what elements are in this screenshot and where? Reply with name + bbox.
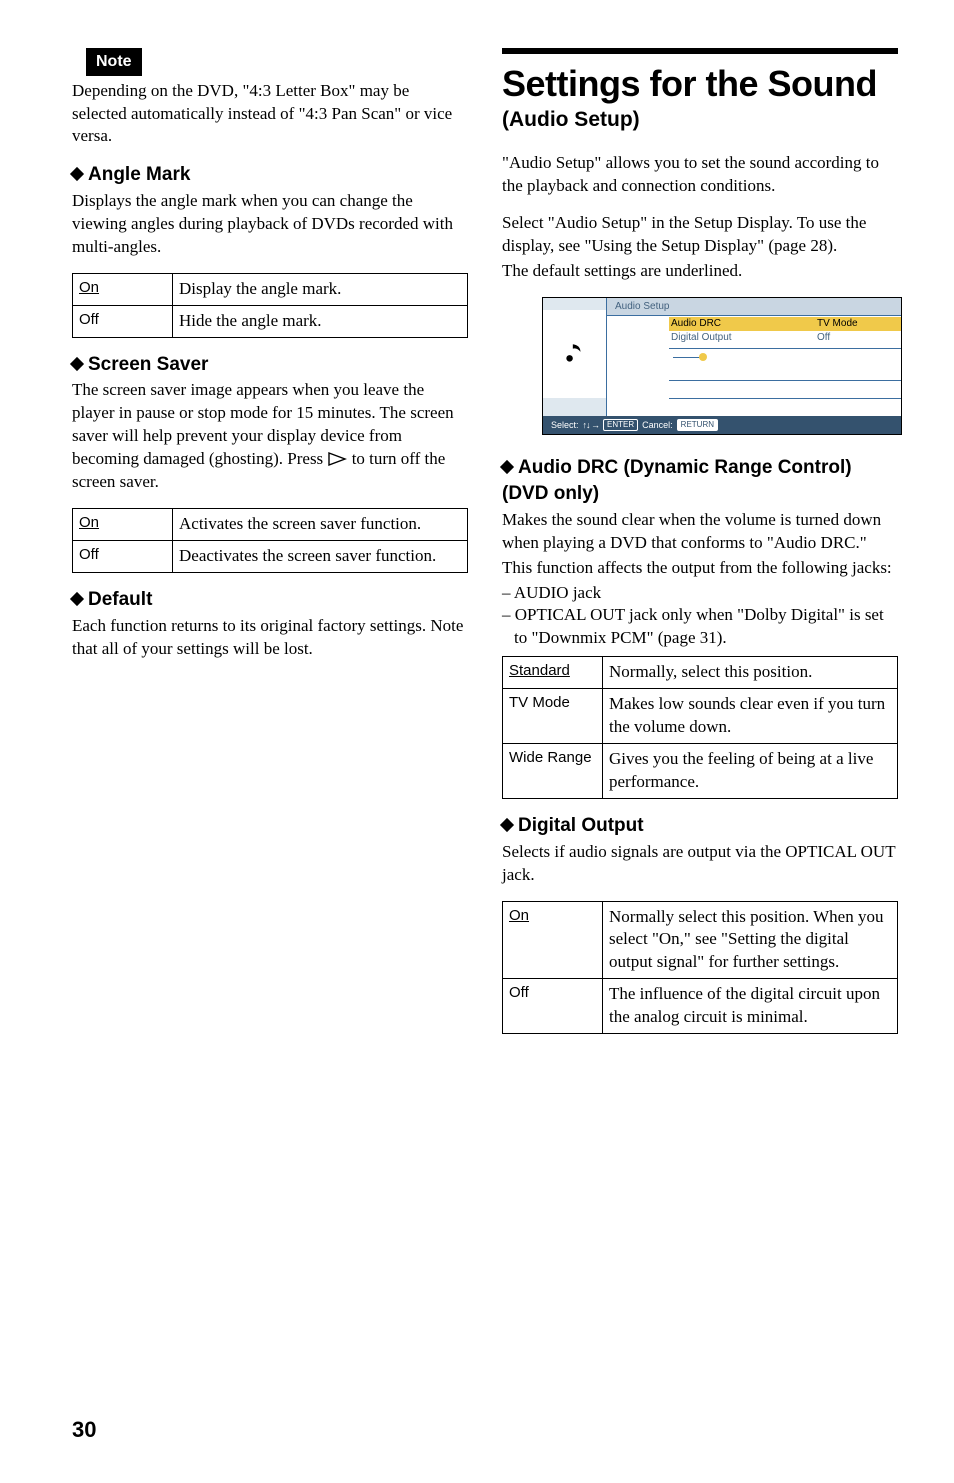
cell-key: TV Mode bbox=[509, 694, 570, 711]
cell-val: Activates the screen saver function. bbox=[173, 509, 468, 541]
page-subtitle: (Audio Setup) bbox=[502, 106, 898, 134]
screen-saver-heading-text: Screen Saver bbox=[88, 354, 208, 375]
diamond-icon bbox=[500, 460, 514, 474]
angle-mark-heading: Angle Mark bbox=[72, 162, 468, 188]
default-heading-text: Default bbox=[88, 589, 152, 610]
cell-key: On bbox=[79, 514, 99, 531]
screen-saver-heading: Screen Saver bbox=[72, 352, 468, 378]
cell-val: Deactivates the screen saver function. bbox=[173, 541, 468, 573]
cell-val: Normally select this position. When you … bbox=[603, 901, 898, 979]
diamond-icon bbox=[70, 592, 84, 606]
panel-row-digital-output: Digital Output Off bbox=[607, 331, 901, 345]
panel-slider-track bbox=[673, 357, 701, 358]
cell-key: Off bbox=[509, 984, 529, 1001]
table-row: Standard Normally, select this position. bbox=[503, 657, 898, 689]
list-item: – OPTICAL OUT jack only when "Dolby Digi… bbox=[502, 604, 898, 650]
cell-val: Display the angle mark. bbox=[173, 273, 468, 305]
cell-val: Normally, select this position. bbox=[603, 657, 898, 689]
table-row: On Display the angle mark. bbox=[73, 273, 468, 305]
cell-key: On bbox=[79, 279, 99, 296]
audio-drc-body: Makes the sound clear when the volume is… bbox=[502, 509, 898, 555]
digital-output-heading: Digital Output bbox=[502, 813, 898, 839]
cell-key: Wide Range bbox=[509, 749, 592, 766]
cell-key: Off bbox=[79, 546, 99, 563]
panel-footer: Select: ↑↓ → ENTER Cancel: RETURN bbox=[543, 416, 901, 435]
page-title: Settings for the Sound bbox=[502, 64, 898, 104]
panel-label: Digital Output bbox=[669, 331, 817, 345]
page-number: 30 bbox=[72, 1415, 96, 1445]
footer-select-label: Select: bbox=[551, 419, 579, 431]
list-item: – AUDIO jack bbox=[502, 582, 898, 605]
table-row: Wide Range Gives you the feeling of bein… bbox=[503, 744, 898, 799]
screen-saver-table: On Activates the screen saver function. … bbox=[72, 508, 468, 573]
cell-val: Makes low sounds clear even if you turn … bbox=[603, 689, 898, 744]
diamond-icon bbox=[70, 357, 84, 371]
cell-key: On bbox=[509, 907, 529, 924]
panel-slider-dot bbox=[699, 353, 707, 361]
note-label: Note bbox=[86, 48, 142, 76]
table-row: Off Hide the angle mark. bbox=[73, 305, 468, 337]
panel-tab: Audio Setup bbox=[607, 298, 901, 317]
digital-output-heading-text: Digital Output bbox=[518, 815, 644, 836]
angle-mark-heading-text: Angle Mark bbox=[88, 164, 190, 185]
table-row: Off The influence of the digital circuit… bbox=[503, 979, 898, 1034]
enter-key-icon: ENTER bbox=[603, 419, 638, 432]
audio-drc-affects: This function affects the output from th… bbox=[502, 557, 898, 580]
angle-mark-body: Displays the angle mark when you can cha… bbox=[72, 190, 468, 259]
play-icon bbox=[327, 452, 347, 466]
default-note: The default settings are underlined. bbox=[502, 260, 898, 283]
table-row: On Normally select this position. When y… bbox=[503, 901, 898, 979]
diamond-icon bbox=[500, 818, 514, 832]
panel-row-audio-drc: Audio DRC TV Mode bbox=[607, 317, 901, 331]
angle-mark-table: On Display the angle mark. Off Hide the … bbox=[72, 273, 468, 338]
table-row: On Activates the screen saver function. bbox=[73, 509, 468, 541]
audio-setup-panel: Audio Setup Audio DRC TV Mode Digital Ou… bbox=[542, 297, 902, 436]
audio-drc-table: Standard Normally, select this position.… bbox=[502, 656, 898, 799]
footer-cancel-label: Cancel: bbox=[642, 419, 673, 431]
panel-value: TV Mode bbox=[817, 317, 901, 331]
cell-key: Standard bbox=[509, 662, 570, 679]
panel-value: Off bbox=[817, 331, 901, 345]
intro-body: "Audio Setup" allows you to set the soun… bbox=[502, 152, 898, 198]
cell-val: Hide the angle mark. bbox=[173, 305, 468, 337]
diamond-icon bbox=[70, 167, 84, 181]
note-body: Depending on the DVD, "4:3 Letter Box" m… bbox=[72, 80, 468, 149]
default-heading: Default bbox=[72, 587, 468, 613]
digital-output-table: On Normally select this position. When y… bbox=[502, 901, 898, 1035]
default-body: Each function returns to its original fa… bbox=[72, 615, 468, 661]
music-note-icon bbox=[562, 341, 588, 367]
cell-val: Gives you the feeling of being at a live… bbox=[603, 744, 898, 799]
audio-drc-heading-text: Audio DRC (Dynamic Range Control) (DVD o… bbox=[502, 457, 852, 504]
table-row: Off Deactivates the screen saver functio… bbox=[73, 541, 468, 573]
audio-drc-heading: Audio DRC (Dynamic Range Control) (DVD o… bbox=[502, 455, 898, 506]
digital-output-body: Selects if audio signals are output via … bbox=[502, 841, 898, 887]
section-rule bbox=[502, 48, 898, 54]
cell-val: The influence of the digital circuit upo… bbox=[603, 979, 898, 1034]
cell-key: Off bbox=[79, 311, 99, 328]
return-key-icon: RETURN bbox=[677, 419, 718, 432]
arrow-icons: ↑↓ → bbox=[583, 419, 600, 431]
table-row: TV Mode Makes low sounds clear even if y… bbox=[503, 689, 898, 744]
screen-saver-body: The screen saver image appears when you … bbox=[72, 379, 468, 494]
panel-label: Audio DRC bbox=[669, 317, 817, 331]
select-body: Select "Audio Setup" in the Setup Displa… bbox=[502, 212, 898, 258]
jack-list: – AUDIO jack – OPTICAL OUT jack only whe… bbox=[502, 582, 898, 651]
